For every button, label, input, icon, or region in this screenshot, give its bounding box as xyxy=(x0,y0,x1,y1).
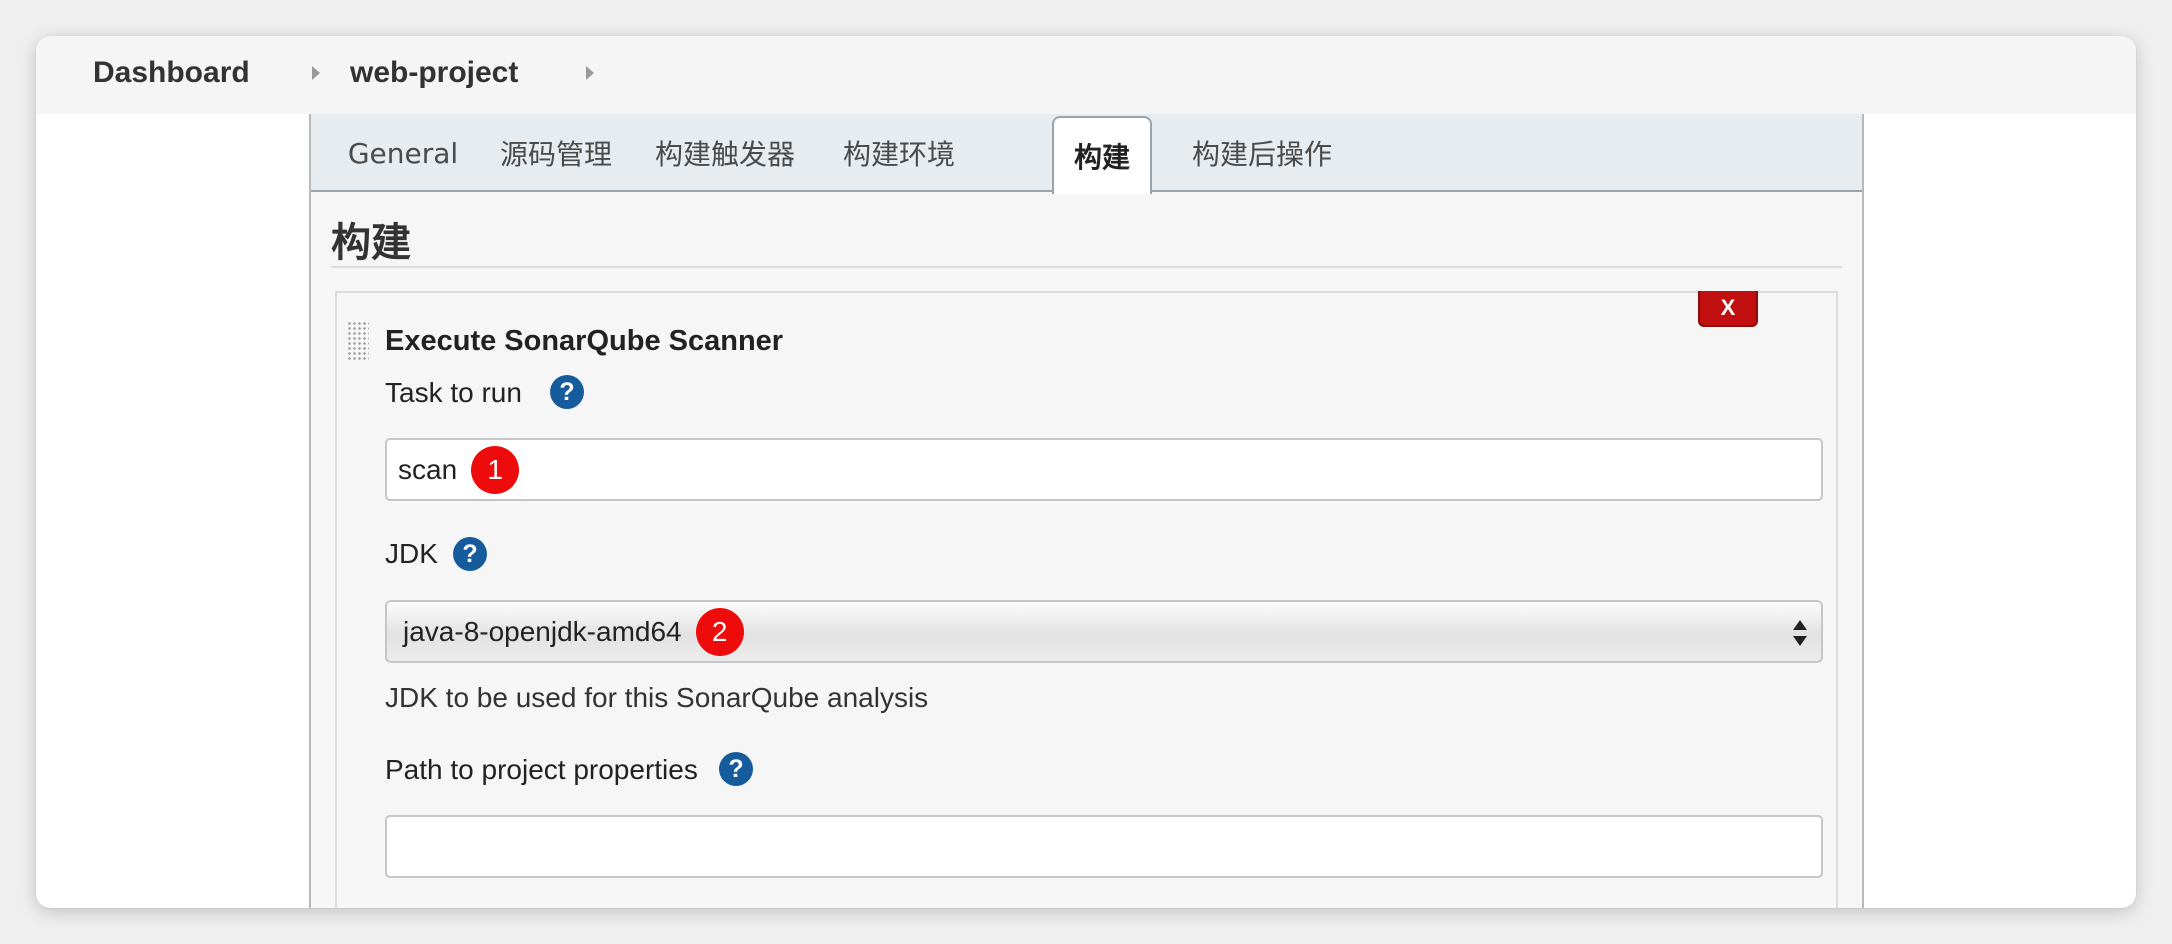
path-label: Path to project properties xyxy=(385,754,698,785)
breadcrumb-chevron-icon[interactable] xyxy=(586,66,594,80)
path-input[interactable] xyxy=(385,815,1823,878)
breadcrumb-chevron-icon[interactable] xyxy=(312,66,320,80)
jdk-select-value: java-8-openjdk-amd64 xyxy=(403,615,682,647)
tab-build-environment[interactable]: 构建环境 xyxy=(829,114,969,192)
task-input[interactable]: scan 1 xyxy=(385,438,1823,501)
path-help-icon[interactable]: ? xyxy=(719,752,753,786)
task-label: Task to run xyxy=(385,377,522,408)
delete-step-button[interactable]: X xyxy=(1698,291,1758,327)
task-help-icon[interactable]: ? xyxy=(550,375,584,409)
config-tabbar: General 源码管理 构建触发器 构建环境 构建 构建后操作 xyxy=(311,114,1862,194)
drag-handle-icon[interactable] xyxy=(347,321,369,361)
tab-post-build[interactable]: 构建后操作 xyxy=(1174,114,1350,192)
jdk-help-text: JDK to be used for this SonarQube analys… xyxy=(385,682,929,713)
tab-scm[interactable]: 源码管理 xyxy=(487,114,625,192)
breadcrumb-dashboard[interactable]: Dashboard xyxy=(93,56,250,90)
section-divider xyxy=(331,266,1842,268)
annotation-marker-1: 1 xyxy=(471,445,520,494)
task-input-value: scan xyxy=(398,453,458,485)
config-panel: General 源码管理 构建触发器 构建环境 构建 构建后操作 构建 X Ex… xyxy=(309,114,1864,908)
annotation-marker-2: 2 xyxy=(695,607,744,656)
build-step-sonarqube: X Execute SonarQube Scanner Task to run … xyxy=(335,291,1838,908)
breadcrumb: Dashboard web-project xyxy=(36,36,2136,114)
browser-window: Dashboard web-project General 源码管理 构建触发器… xyxy=(36,36,2136,908)
section-title: 构建 xyxy=(331,220,411,266)
tab-build-triggers[interactable]: 构建触发器 xyxy=(637,114,813,192)
tab-build[interactable]: 构建 xyxy=(1052,116,1152,194)
build-step-title: Execute SonarQube Scanner xyxy=(385,325,784,357)
jdk-help-icon[interactable]: ? xyxy=(453,537,487,571)
tab-general[interactable]: General xyxy=(333,114,473,192)
jdk-label: JDK xyxy=(385,538,438,569)
breadcrumb-project[interactable]: web-project xyxy=(350,56,518,90)
jdk-select[interactable]: java-8-openjdk-amd64 2 xyxy=(385,600,1823,663)
select-arrows-icon xyxy=(1793,620,1807,646)
